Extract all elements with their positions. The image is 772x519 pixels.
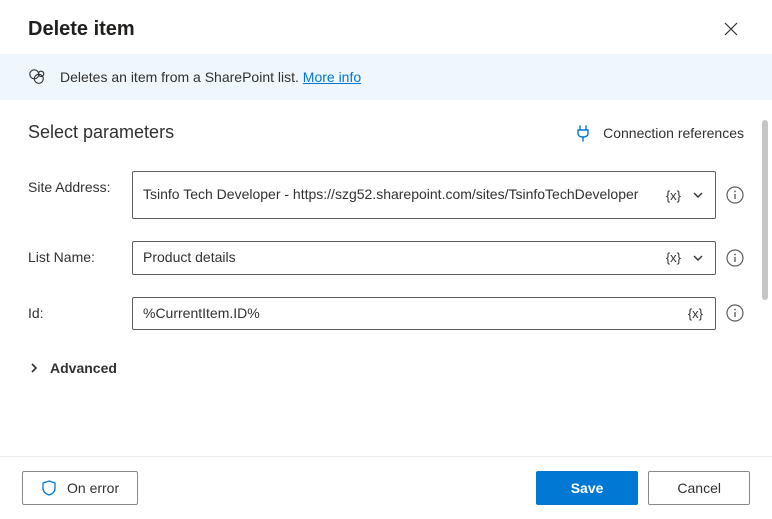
- site-address-input-wrap: Tsinfo Tech Developer - https://szg52.sh…: [132, 171, 744, 219]
- section-header: Select parameters Connection references: [28, 122, 744, 143]
- site-address-controls: {x}: [662, 186, 715, 205]
- sharepoint-icon: [28, 68, 46, 86]
- more-info-link[interactable]: More info: [303, 69, 361, 85]
- list-name-label: List Name:: [28, 241, 120, 265]
- list-name-input-wrap: Product details {x}: [132, 241, 744, 275]
- info-icon[interactable]: [726, 304, 744, 322]
- close-button[interactable]: [718, 16, 744, 42]
- id-label: Id:: [28, 297, 120, 321]
- list-name-controls: {x}: [662, 248, 715, 267]
- save-button[interactable]: Save: [536, 471, 639, 505]
- chevron-down-icon: [691, 251, 705, 265]
- dialog-title: Delete item: [28, 18, 135, 41]
- field-site-address: Site Address: Tsinfo Tech Developer - ht…: [28, 171, 744, 219]
- info-text: Deletes an item from a SharePoint list.: [60, 69, 303, 85]
- chevron-right-icon: [28, 362, 40, 374]
- cancel-button[interactable]: Cancel: [648, 471, 750, 505]
- info-bar: Deletes an item from a SharePoint list. …: [0, 54, 772, 100]
- info-icon[interactable]: [726, 186, 744, 204]
- id-input[interactable]: %CurrentItem.ID% {x}: [132, 297, 716, 331]
- field-id: Id: %CurrentItem.ID% {x}: [28, 297, 744, 331]
- site-address-value: Tsinfo Tech Developer - https://szg52.sh…: [133, 179, 662, 211]
- shield-icon: [41, 480, 57, 496]
- id-input-wrap: %CurrentItem.ID% {x}: [132, 297, 744, 331]
- id-value: %CurrentItem.ID%: [133, 298, 684, 330]
- chevron-down-icon: [691, 188, 705, 202]
- advanced-toggle[interactable]: Advanced: [28, 352, 744, 384]
- close-icon: [724, 22, 738, 36]
- footer-actions: Save Cancel: [536, 471, 750, 505]
- advanced-label: Advanced: [50, 360, 117, 376]
- fx-button[interactable]: {x}: [662, 248, 685, 267]
- list-name-input[interactable]: Product details {x}: [132, 241, 716, 275]
- plug-icon: [575, 124, 591, 142]
- fx-button[interactable]: {x}: [684, 304, 707, 323]
- fx-button[interactable]: {x}: [662, 186, 685, 205]
- content-area: Select parameters Connection references …: [0, 100, 772, 394]
- site-address-label: Site Address:: [28, 171, 120, 195]
- info-icon[interactable]: [726, 249, 744, 267]
- on-error-label: On error: [67, 480, 119, 496]
- dialog-footer: On error Save Cancel: [0, 456, 772, 519]
- dialog-header: Delete item: [0, 0, 772, 54]
- dropdown-chevron[interactable]: [689, 249, 707, 267]
- info-text-wrap: Deletes an item from a SharePoint list. …: [60, 69, 361, 85]
- connection-references-link[interactable]: Connection references: [575, 124, 744, 142]
- scrollbar-thumb[interactable]: [762, 120, 768, 300]
- list-name-value: Product details: [133, 242, 662, 274]
- site-address-input[interactable]: Tsinfo Tech Developer - https://szg52.sh…: [132, 171, 716, 219]
- dropdown-chevron[interactable]: [689, 186, 707, 204]
- scrollbar[interactable]: [762, 120, 770, 449]
- field-list-name: List Name: Product details {x}: [28, 241, 744, 275]
- id-controls: {x}: [684, 304, 715, 323]
- on-error-button[interactable]: On error: [22, 471, 138, 505]
- connection-references-label: Connection references: [603, 125, 744, 141]
- section-title: Select parameters: [28, 122, 174, 143]
